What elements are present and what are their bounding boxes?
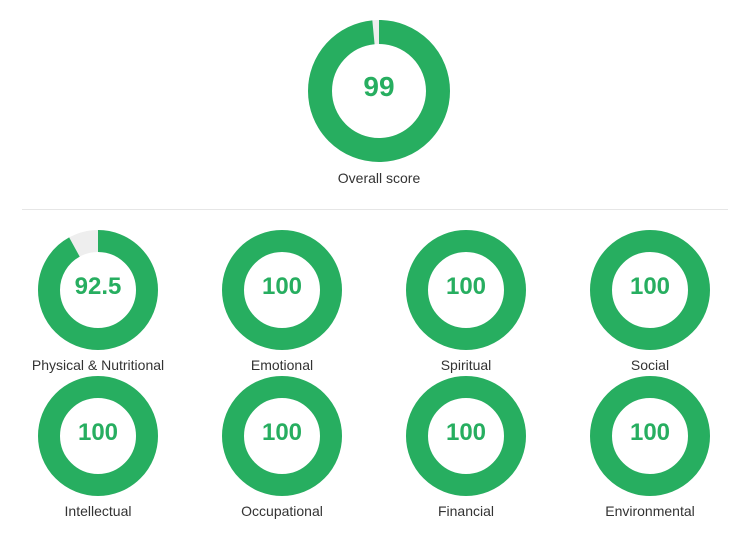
intellectual-label: Intellectual <box>64 503 132 519</box>
physical-nutritional-value: 92.5 <box>74 273 122 300</box>
environmental-value: 100 <box>629 419 671 446</box>
occupational-label: Occupational <box>241 503 323 519</box>
gauge-social: 100 Social <box>590 230 710 380</box>
gauge-physical-nutritional: 92.5 Physical & Nutritional <box>32 230 164 380</box>
overall-score-label: Overall score <box>337 170 421 186</box>
gauge-emotional: 100 Emotional <box>222 230 342 380</box>
social-value: 100 <box>629 273 671 300</box>
environmental-label: Environmental <box>605 503 695 519</box>
occupational-value: 100 <box>261 419 303 446</box>
financial-label: Financial <box>437 503 495 519</box>
financial-value: 100 <box>445 419 487 446</box>
emotional-label: Emotional <box>250 357 314 373</box>
emotional-value: 100 <box>261 273 303 300</box>
gauge-spiritual: 100 Spiritual <box>406 230 526 380</box>
physical-nutritional-label: Physical & Nutritional <box>31 357 165 373</box>
gauge-intellectual: 100 Intellectual <box>38 376 158 526</box>
overall-score-value: 99 <box>363 71 395 102</box>
section-divider <box>22 209 728 210</box>
social-label: Social <box>630 357 670 373</box>
spiritual-label: Spiritual <box>440 357 492 373</box>
gauge-financial: 100 Financial <box>406 376 526 526</box>
intellectual-value: 100 <box>77 419 119 446</box>
overall-score-gauge: 99 Overall score <box>308 20 450 190</box>
gauge-environmental: 100 Environmental <box>590 376 710 526</box>
gauge-occupational: 100 Occupational <box>222 376 342 526</box>
spiritual-value: 100 <box>445 273 487 300</box>
